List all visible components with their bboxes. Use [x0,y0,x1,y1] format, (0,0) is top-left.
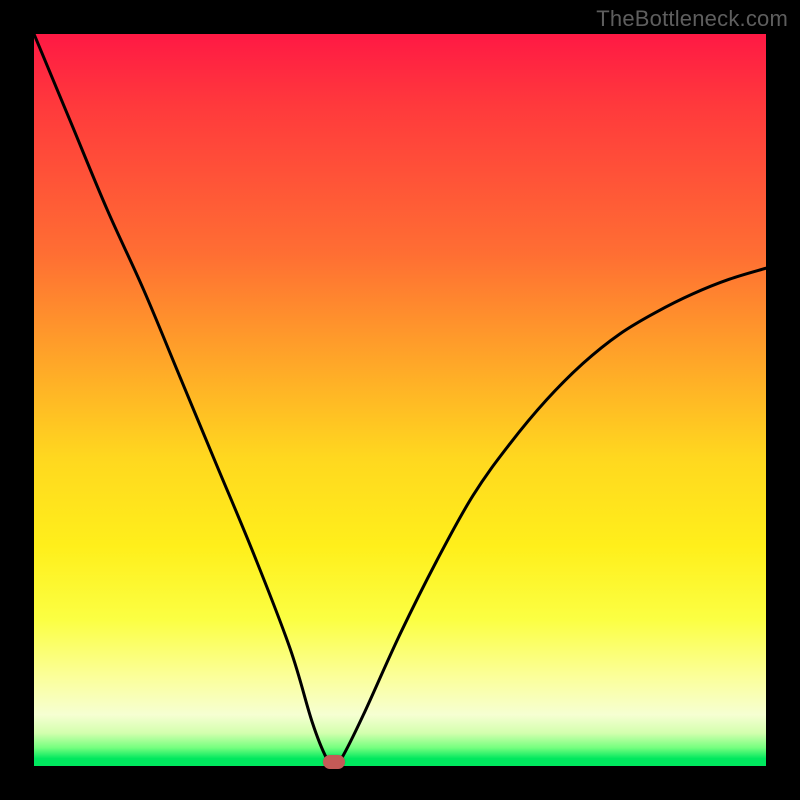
chart-plot-area [34,34,766,766]
chart-frame: TheBottleneck.com [0,0,800,800]
watermark-text: TheBottleneck.com [596,6,788,32]
chart-curve [34,34,766,766]
minimum-marker [323,755,345,769]
